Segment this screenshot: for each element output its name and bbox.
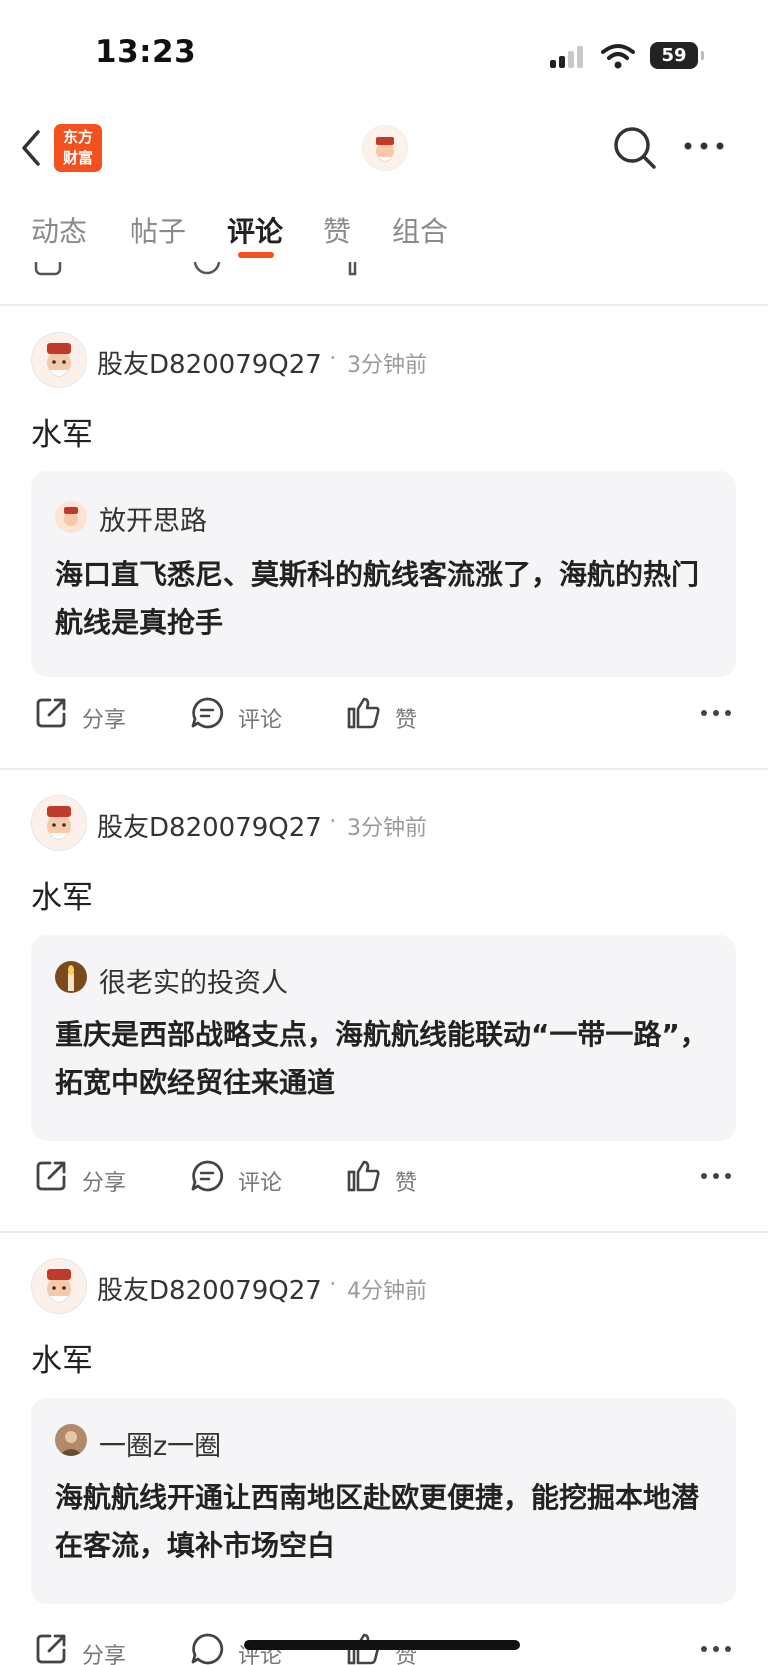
quoted-username: 放开思路 <box>99 506 207 537</box>
share-button[interactable]: 分享 <box>82 1638 126 1665</box>
status-time: 13:23 <box>95 34 197 70</box>
more-options-icon[interactable] <box>700 1171 732 1181</box>
tab-portfolio[interactable]: 组合 <box>392 210 448 250</box>
wifi-icon <box>601 44 635 69</box>
active-tab-indicator <box>238 252 274 258</box>
username[interactable]: 股友D820079Q27 <box>97 344 322 381</box>
username[interactable]: 股友D820079Q27 <box>97 807 322 844</box>
comment-icon[interactable] <box>190 696 224 730</box>
fortune-god-icon <box>64 507 78 526</box>
fortune-god-icon <box>376 137 394 162</box>
search-icon[interactable] <box>612 125 658 171</box>
logo-line2: 财富 <box>62 149 93 167</box>
post-time: 4分钟前 <box>347 1279 427 1304</box>
user-avatar[interactable] <box>31 795 87 851</box>
battery-indicator: 59 <box>650 42 704 69</box>
comment-card: 股友D820079Q27 · 4分钟前 水军 一圈z一圈 海航航线开通让西南地区… <box>0 1232 768 1665</box>
share-icon[interactable] <box>34 696 68 730</box>
comment-card: 股友D820079Q27 · 3分钟前 水军 放开思路 海口直飞悉尼、莫斯科的航… <box>0 306 768 768</box>
quoted-post[interactable]: 一圈z一圈 海航航线开通让西南地区赴欧更便捷，能挖掘本地潜在客流，填补市场空白 <box>31 1398 736 1604</box>
user-photo-icon <box>59 1431 83 1456</box>
back-icon[interactable] <box>18 128 44 168</box>
post-time: 3分钟前 <box>347 816 427 841</box>
like-button[interactable]: 赞 <box>395 702 417 734</box>
comment-button[interactable]: 评论 <box>238 702 282 734</box>
comment-text: 水军 <box>31 1343 93 1379</box>
like-icon <box>348 262 357 276</box>
comment-icon[interactable] <box>190 1632 224 1665</box>
comment-icon[interactable] <box>190 1159 224 1193</box>
app-logo[interactable]: 东方 财富 <box>54 124 102 172</box>
quoted-text: 海口直飞悉尼、莫斯科的航线客流涨了，海航的热门航线是真抢手 <box>55 558 700 639</box>
comment-button[interactable]: 评论 <box>238 1165 282 1197</box>
share-button[interactable]: 分享 <box>82 1165 126 1197</box>
user-avatar[interactable] <box>31 1258 87 1314</box>
like-icon[interactable] <box>346 1159 382 1193</box>
quoted-user-avatar <box>55 501 87 533</box>
logo-line1: 东方 <box>62 128 93 146</box>
quoted-post[interactable]: 很老实的投资人 重庆是西部战略支点，海航航线能联动“一带一路”，拓宽中欧经贸往来… <box>31 935 736 1141</box>
quoted-user-avatar <box>55 1424 87 1456</box>
profile-avatar[interactable] <box>362 125 408 171</box>
previous-action-row <box>0 262 768 278</box>
tab-likes[interactable]: 赞 <box>323 210 351 250</box>
comment-card: 股友D820079Q27 · 3分钟前 水军 很老实的投资人 重庆是西部战略支点… <box>0 769 768 1231</box>
quoted-username: 一圈z一圈 <box>99 1431 222 1462</box>
tab-comments[interactable]: 评论 <box>227 210 283 250</box>
meta-separator: · <box>329 1270 337 1298</box>
share-icon <box>34 262 62 276</box>
like-button[interactable]: 赞 <box>395 1165 417 1197</box>
quoted-post[interactable]: 放开思路 海口直飞悉尼、莫斯科的航线客流涨了，海航的热门航线是真抢手 <box>31 471 736 677</box>
tab-posts[interactable]: 帖子 <box>130 210 186 250</box>
meta-separator: · <box>329 344 337 372</box>
post-time: 3分钟前 <box>347 353 427 378</box>
more-menu-icon[interactable] <box>683 140 725 152</box>
fortune-god-icon <box>47 343 71 377</box>
tab-dynamics[interactable]: 动态 <box>31 210 87 250</box>
share-icon[interactable] <box>34 1159 68 1193</box>
quoted-username: 很老实的投资人 <box>99 968 288 999</box>
comment-text: 水军 <box>31 417 93 453</box>
share-button[interactable]: 分享 <box>82 702 126 734</box>
like-icon[interactable] <box>346 696 382 730</box>
cellular-signal-icon <box>550 46 583 68</box>
meta-separator: · <box>329 807 337 835</box>
quoted-text: 海航航线开通让西南地区赴欧更便捷，能挖掘本地潜在客流，填补市场空白 <box>55 1481 700 1562</box>
more-options-icon[interactable] <box>700 1644 732 1654</box>
candle-icon <box>68 965 74 991</box>
more-options-icon[interactable] <box>700 708 732 718</box>
quoted-user-avatar <box>55 961 87 993</box>
username[interactable]: 股友D820079Q27 <box>97 1270 322 1307</box>
quoted-text: 重庆是西部战略支点，海航航线能联动“一带一路”，拓宽中欧经贸往来通道 <box>55 1018 708 1099</box>
share-icon[interactable] <box>34 1632 68 1665</box>
user-avatar[interactable] <box>31 332 87 388</box>
fortune-god-icon <box>47 806 71 840</box>
fortune-god-icon <box>47 1269 71 1303</box>
home-indicator <box>244 1640 520 1650</box>
comment-text: 水军 <box>31 880 93 916</box>
comment-icon <box>193 262 221 275</box>
